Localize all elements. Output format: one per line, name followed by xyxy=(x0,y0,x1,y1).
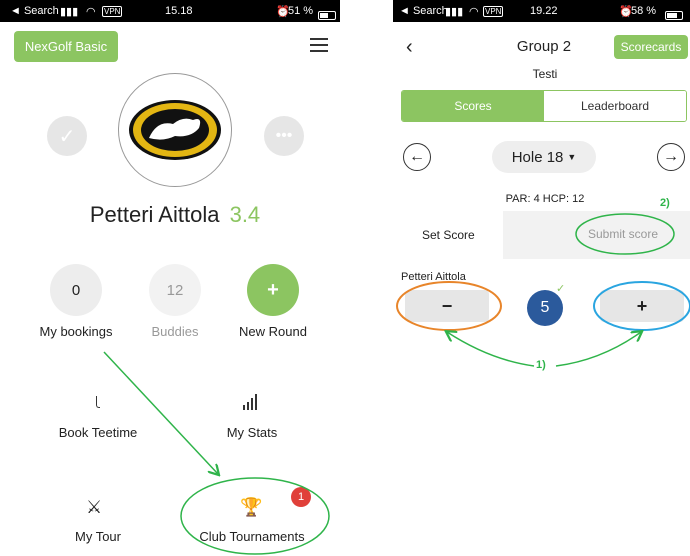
signal-icon: ▮▮▮ xyxy=(445,5,464,18)
profile-line: Petteri Aittola 3.4 xyxy=(90,202,260,228)
step-2-label: 2) xyxy=(660,197,670,209)
decrease-score-button[interactable]: − xyxy=(405,290,489,322)
wifi-icon: ◠ xyxy=(469,5,479,18)
buddies-label[interactable]: Buddies xyxy=(152,324,199,339)
score-number: 5 xyxy=(540,299,550,316)
tab-scores[interactable]: Scores xyxy=(402,91,544,121)
vpn-badge: VPN xyxy=(102,5,123,17)
status-bar: ◄ Search ▮▮▮ ◠ VPN 19.22 ⏰ 58 % xyxy=(393,0,690,22)
my-bookings-button[interactable]: 0 xyxy=(50,264,102,316)
plus-icon: + xyxy=(636,295,648,316)
score-check-icon: ✓ xyxy=(556,283,566,295)
step-1-label: 1) xyxy=(536,359,546,371)
minus-icon: − xyxy=(441,295,453,316)
club-logo-icon xyxy=(129,100,221,160)
previous-hole-button[interactable]: ← xyxy=(403,143,431,171)
bar-chart-icon xyxy=(243,394,263,410)
chat-bubble-icon[interactable]: ••• xyxy=(264,116,304,156)
new-round-button[interactable]: + xyxy=(247,264,299,316)
hamburger-menu-icon[interactable] xyxy=(310,38,328,54)
wifi-icon: ◠ xyxy=(86,5,96,18)
arrow-to-minus xyxy=(447,332,535,367)
new-round-label[interactable]: New Round xyxy=(239,324,307,339)
checkmark-bubble-icon[interactable]: ✓ xyxy=(47,116,87,156)
tab-leaderboard[interactable]: Leaderboard xyxy=(544,91,686,121)
score-value: 5 xyxy=(527,290,563,326)
subtitle: Testi xyxy=(532,67,558,81)
increase-score-button[interactable]: + xyxy=(600,290,684,322)
my-stats-label[interactable]: My Stats xyxy=(227,425,278,440)
book-teetime-label[interactable]: Book Teetime xyxy=(59,425,138,440)
buddies-count: 12 xyxy=(166,281,184,299)
notification-badge: 1 xyxy=(291,487,311,507)
hole-label: Hole 18 xyxy=(511,148,564,166)
bookings-count: 0 xyxy=(71,281,81,299)
group-title: Group 2 xyxy=(516,38,572,55)
crossed-clubs-icon: ⚔ xyxy=(86,497,103,517)
next-hole-button[interactable]: → xyxy=(657,143,685,171)
signal-icon: ▮▮▮ xyxy=(60,5,79,18)
battery-percent: 51 % xyxy=(288,5,314,17)
caret-down-icon: ▼ xyxy=(567,152,577,162)
hole-selector[interactable]: Hole 18 ▼ xyxy=(492,141,596,173)
handicap-value: 3.4 xyxy=(229,202,261,227)
status-bar: ◄ Search ▮▮▮ ◠ VPN 15.18 ⏰ 51 % xyxy=(0,0,340,22)
status-carrier: ◄ Search xyxy=(10,5,59,17)
set-score-label: Set Score xyxy=(422,228,475,242)
golf-tee-icon xyxy=(96,396,100,408)
plus-icon: + xyxy=(267,278,279,301)
tabs: Scores Leaderboard xyxy=(401,90,687,122)
back-chevron-icon[interactable]: ‹ xyxy=(406,36,413,59)
player-name: Petteri Aittola xyxy=(401,271,466,283)
buddies-button[interactable]: 12 xyxy=(149,264,201,316)
arrow-to-tournaments xyxy=(103,351,218,474)
user-name: Petteri Aittola xyxy=(89,202,220,227)
scorecards-button[interactable]: Scorecards xyxy=(614,35,688,59)
trophy-icon: 🏆 xyxy=(240,497,263,517)
vpn-badge: VPN xyxy=(483,5,504,17)
battery-percent: 58 % xyxy=(631,5,657,17)
submit-score-button[interactable]: Submit score xyxy=(588,227,658,241)
my-bookings-label[interactable]: My bookings xyxy=(40,324,113,339)
status-time: 19.22 xyxy=(530,5,558,17)
status-carrier: ◄ Search xyxy=(399,5,448,17)
arrow-to-plus xyxy=(555,332,641,367)
status-time: 15.18 xyxy=(165,5,193,17)
avatar xyxy=(118,73,232,187)
annotation-overlay xyxy=(103,213,690,555)
club-tournaments-label[interactable]: Club Tournaments xyxy=(199,529,304,544)
brand-button[interactable]: NexGolf Basic xyxy=(14,31,118,62)
par-info: PAR: 4 HCP: 12 xyxy=(505,193,585,205)
my-tour-label[interactable]: My Tour xyxy=(75,529,121,544)
